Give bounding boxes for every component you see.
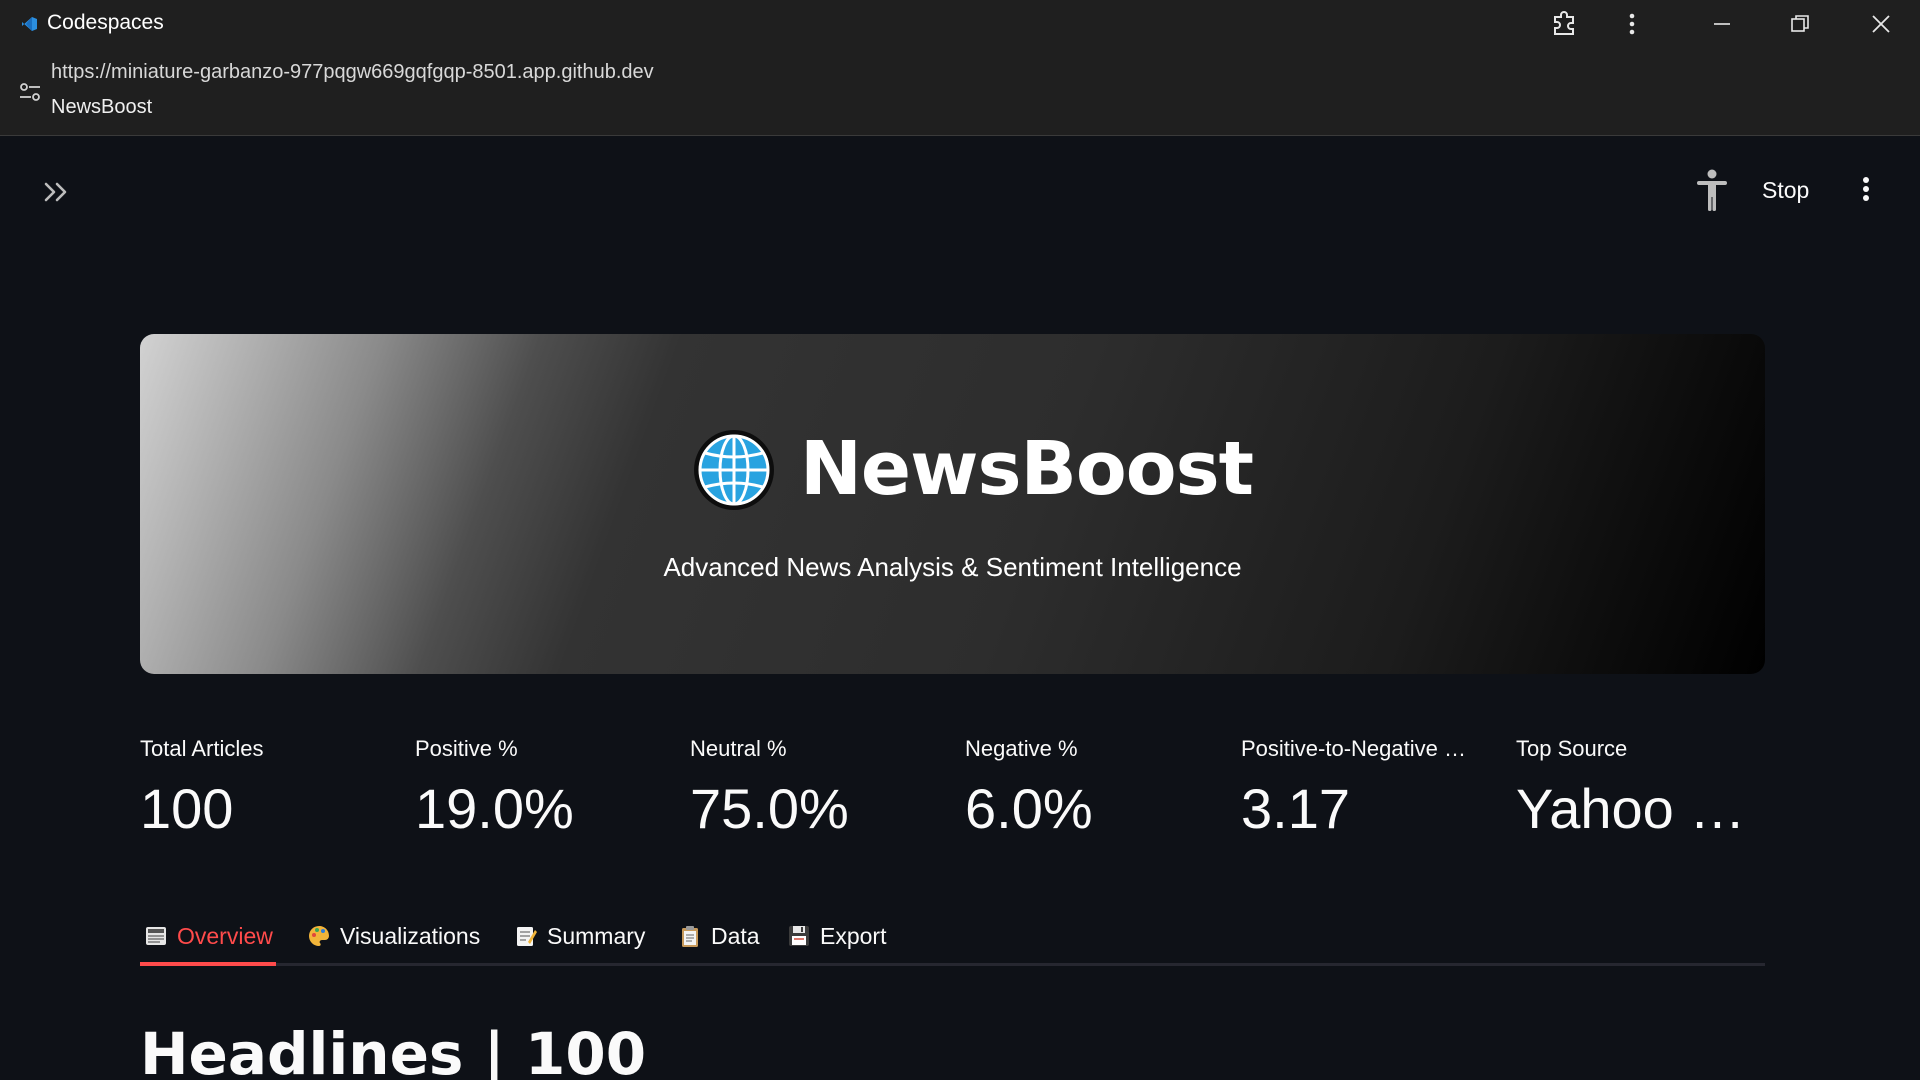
- kebab-icon: [1629, 13, 1635, 35]
- tab-label: Visualizations: [340, 922, 481, 949]
- stop-button[interactable]: Stop: [1762, 177, 1809, 204]
- hero-title: NewsBoost: [800, 426, 1254, 512]
- restore-button[interactable]: [1772, 0, 1828, 48]
- tab-summary[interactable]: Summary: [513, 914, 645, 958]
- close-icon: [1871, 14, 1891, 34]
- metric-value: 100: [140, 777, 234, 840]
- tab-visualizations[interactable]: Visualizations: [306, 914, 480, 958]
- globe-icon: [693, 429, 775, 511]
- tab-bar: Overview Visualizations Summary Data Exp…: [140, 906, 1765, 966]
- metric-top-source: Top Source Yahoo …: [1516, 736, 1766, 841]
- tab-data[interactable]: Data: [677, 914, 760, 958]
- memo-icon: [513, 923, 539, 949]
- metric-value: 19.0%: [415, 777, 574, 840]
- hero-banner: NewsBoost Advanced News Analysis & Senti…: [140, 334, 1765, 674]
- url-text[interactable]: https://miniature-garbanzo-977pqgw669gqf…: [51, 61, 654, 84]
- metric-label: Positive-to-Negative …: [1241, 736, 1466, 761]
- close-button[interactable]: [1853, 0, 1909, 48]
- metric-label: Neutral %: [690, 736, 787, 761]
- metric-label: Negative %: [965, 736, 1078, 761]
- tab-export[interactable]: Export: [786, 914, 886, 958]
- restore-icon: [1790, 14, 1810, 34]
- tab-label: Data: [711, 922, 760, 949]
- metric-positive-percent: Positive % 19.0%: [415, 736, 685, 841]
- main-menu-button[interactable]: [1854, 173, 1878, 209]
- hero-subtitle: Advanced News Analysis & Sentiment Intel…: [663, 552, 1242, 582]
- clipboard-icon: [677, 923, 703, 949]
- window-titlebar: Codespaces: [0, 0, 1920, 48]
- metric-value: 3.17: [1241, 777, 1350, 840]
- palette-icon: [306, 923, 332, 949]
- page-title: NewsBoost: [51, 96, 153, 118]
- headlines-heading: Headlines | 100: [140, 1020, 647, 1080]
- newspaper-icon: [143, 923, 169, 949]
- metric-neutral-percent: Neutral % 75.0%: [690, 736, 960, 841]
- tab-label: Export: [820, 922, 887, 949]
- address-bar: https://miniature-garbanzo-977pqgw669gqf…: [0, 48, 1920, 136]
- expand-sidebar-button[interactable]: [38, 176, 74, 212]
- app-header: Stop: [0, 137, 1920, 245]
- tab-label: Summary: [547, 922, 646, 949]
- metric-total-articles: Total Articles 100: [140, 736, 410, 841]
- running-man-icon: [1694, 169, 1730, 213]
- metric-value: 6.0%: [965, 777, 1093, 840]
- site-settings-icon[interactable]: [18, 80, 42, 109]
- metric-positive-to-negative: Positive-to-Negative … 3.17: [1241, 736, 1503, 841]
- metric-label: Top Source: [1516, 736, 1628, 761]
- tab-label: Overview: [177, 922, 273, 949]
- metric-negative-percent: Negative % 6.0%: [965, 736, 1235, 841]
- window-title: Codespaces: [47, 11, 164, 34]
- metric-value: 75.0%: [690, 777, 849, 840]
- metric-label: Total Articles: [140, 736, 264, 761]
- metric-label: Positive %: [415, 736, 518, 761]
- floppy-disk-icon: [786, 923, 812, 949]
- tab-overview[interactable]: Overview: [143, 914, 273, 958]
- active-tab-indicator: [140, 962, 276, 966]
- metric-value: Yahoo …: [1516, 777, 1746, 840]
- browser-menu-button[interactable]: [1604, 0, 1660, 48]
- kebab-icon: [1862, 176, 1870, 207]
- vscode-icon: [20, 14, 40, 34]
- double-chevron-right-icon: [43, 181, 69, 208]
- minimize-icon: [1712, 14, 1732, 34]
- puzzle-icon: [1550, 10, 1578, 38]
- minimize-button[interactable]: [1694, 0, 1750, 48]
- extensions-button[interactable]: [1536, 0, 1592, 48]
